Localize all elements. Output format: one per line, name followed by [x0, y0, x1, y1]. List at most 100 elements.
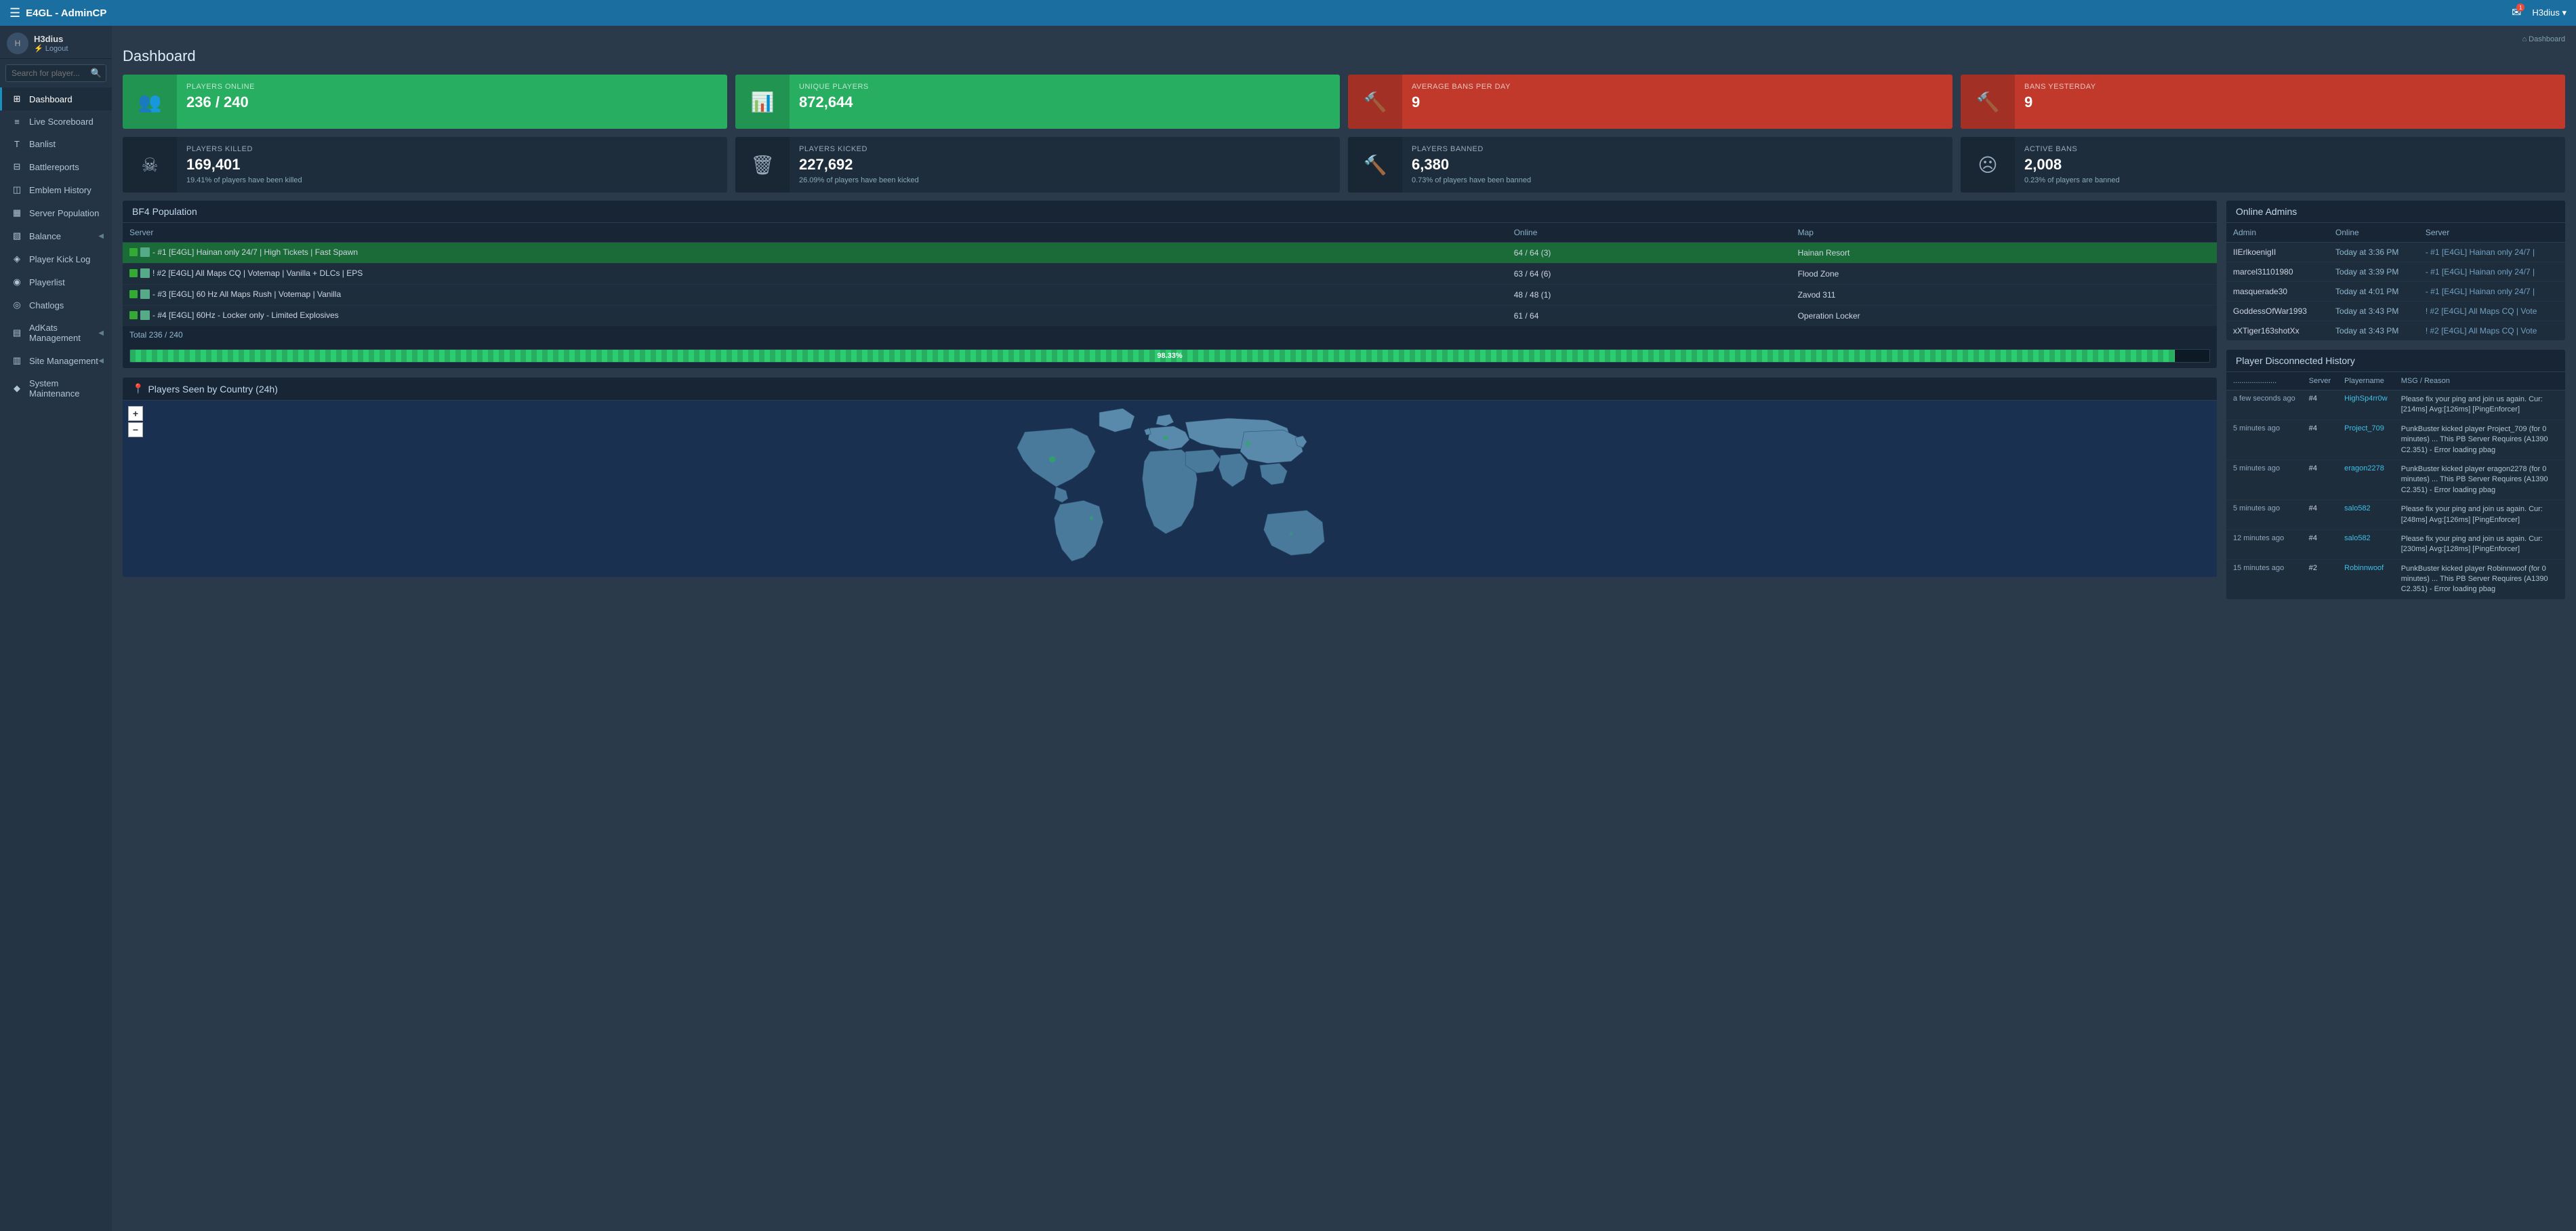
sidebar-item-banlist[interactable]: T Banlist	[0, 133, 112, 155]
active-bans-value: 2,008	[2024, 156, 2556, 174]
sidebar-item-battlereports[interactable]: ⊟ Battlereports	[0, 155, 112, 178]
player-link[interactable]: eragon2278	[2344, 464, 2384, 472]
population-panel-body: Server Online Map - #1 [E4GL] Hainan onl…	[123, 223, 2217, 368]
players-online-info: PLAYERS ONLINE 236 / 240	[177, 75, 727, 129]
progress-bar-wrap: 98.33%	[123, 344, 2217, 368]
player-link[interactable]: salo582	[2344, 534, 2371, 542]
disc-player-cell[interactable]: Project_709	[2337, 420, 2394, 460]
list-item: 12 minutes ago #4 salo582 Please fix you…	[2226, 529, 2565, 559]
online-admins-panel: Online Admins Admin Online Server	[2226, 201, 2565, 340]
players-online-label: PLAYERS ONLINE	[186, 83, 718, 91]
players-banned-icon-box: 🔨	[1348, 137, 1402, 193]
emblem-icon: ◫	[10, 184, 24, 195]
players-online-icon: 👥	[138, 91, 162, 113]
admin-table: Admin Online Server IIErlkoenigII Today …	[2226, 223, 2565, 340]
players-kicked-sub: 26.09% of players have been kicked	[799, 176, 1330, 184]
sidebar-item-dashboard[interactable]: ⊞ Dashboard	[0, 87, 112, 110]
disc-player-cell[interactable]: Robinnwoof	[2337, 559, 2394, 599]
world-map-svg	[123, 401, 2217, 577]
sidebar-username: H3dius	[34, 34, 68, 44]
disconnected-title: Player Disconnected History	[2236, 355, 2355, 366]
battlereports-icon: ⊟	[10, 161, 24, 172]
table-row[interactable]: - #1 [E4GL] Hainan only 24/7 | High Tick…	[123, 243, 2217, 264]
population-icon: ▦	[10, 207, 24, 218]
server-online-cell: 63 / 64 (6)	[1507, 264, 1791, 285]
active-bans-sub: 0.23% of players are banned	[2024, 176, 2556, 184]
stat-players-kicked: 🗑 PLAYERS KICKED 227,692 26.09% of playe…	[735, 137, 1340, 193]
sidebar-item-label: Playerlist	[29, 277, 65, 287]
stats-row-2: ☠ PLAYERS KILLED 169,401 19.41% of playe…	[123, 137, 2565, 193]
player-link[interactable]: salo582	[2344, 504, 2371, 512]
sidebar-item-label: Server Population	[29, 208, 99, 218]
disconnected-header: Player Disconnected History	[2226, 350, 2565, 372]
disc-player-cell[interactable]: eragon2278	[2337, 460, 2394, 500]
disc-server-cell: #4	[2302, 390, 2337, 420]
user-menu[interactable]: H3dius ▾	[2532, 7, 2567, 18]
player-link[interactable]: Project_709	[2344, 424, 2384, 432]
sidebar-item-playerlist[interactable]: ◉ Playerlist	[0, 270, 112, 294]
population-table: Server Online Map - #1 [E4GL] Hainan onl…	[123, 223, 2217, 344]
table-row: xXTiger163shotXx Today at 3:43 PM ! #2 […	[2226, 321, 2565, 341]
players-online-icon-box: 👥	[123, 75, 177, 129]
sidebar-item-chatlogs[interactable]: ◎ Chatlogs	[0, 294, 112, 317]
disc-player-cell[interactable]: salo582	[2337, 529, 2394, 559]
sidebar-item-label: Player Kick Log	[29, 254, 90, 264]
admin-name-cell: IIErlkoenigII	[2226, 243, 2329, 262]
stat-players-banned: 🔨 PLAYERS BANNED 6,380 0.73% of players …	[1348, 137, 1953, 193]
unique-players-label: UNIQUE PLAYERS	[799, 83, 1330, 91]
mail-button[interactable]: ✉ 1	[2512, 6, 2521, 20]
disc-time-cell: 12 minutes ago	[2226, 529, 2302, 559]
sidebar-item-system-maintenance[interactable]: ◆ System Maintenance	[0, 372, 112, 405]
disc-time-cell: 5 minutes ago	[2226, 420, 2302, 460]
admin-col-online: Online	[2329, 223, 2419, 243]
sidebar-item-label: Dashboard	[29, 94, 73, 104]
zoom-out-button[interactable]: −	[128, 422, 143, 437]
search-icon: 🔍	[91, 68, 102, 79]
disc-col-server: Server	[2302, 372, 2337, 390]
player-link[interactable]: HighSp4rr0w	[2344, 395, 2388, 403]
disc-col-msg: MSG / Reason	[2394, 372, 2565, 390]
disc-server-cell: #4	[2302, 460, 2337, 500]
players-killed-icon-box: ☠	[123, 137, 177, 193]
table-row[interactable]: - #4 [E4GL] 60Hz - Locker only - Limited…	[123, 306, 2217, 327]
table-row: marcel31101980 Today at 3:39 PM - #1 [E4…	[2226, 262, 2565, 282]
players-kicked-info: PLAYERS KICKED 227,692 26.09% of players…	[790, 137, 1340, 193]
logout-button[interactable]: ⚡ Logout	[34, 44, 68, 53]
disc-player-cell[interactable]: salo582	[2337, 500, 2394, 530]
adkats-arrow: ◀	[98, 329, 104, 337]
server-map-cell: Operation Locker	[1791, 306, 2217, 327]
avg-bans-icon: 🔨	[1364, 91, 1387, 113]
sidebar-item-site-management[interactable]: ▥ Site Management ◀	[0, 349, 112, 372]
disc-col-time: .....................	[2226, 372, 2302, 390]
disc-time-cell: a few seconds ago	[2226, 390, 2302, 420]
sidebar-item-server-population[interactable]: ▦ Server Population	[0, 201, 112, 224]
list-item: a few seconds ago #4 HighSp4rr0w Please …	[2226, 390, 2565, 420]
disconnected-table: ..................... Server Playername …	[2226, 372, 2565, 599]
sidebar-item-player-kick-log[interactable]: ◈ Player Kick Log	[0, 247, 112, 270]
unique-players-icon: 📊	[751, 91, 775, 113]
bans-yesterday-icon-box: 🔨	[1961, 75, 2015, 129]
disc-player-cell[interactable]: HighSp4rr0w	[2337, 390, 2394, 420]
player-link[interactable]: Robinnwoof	[2344, 564, 2384, 572]
players-killed-label: PLAYERS KILLED	[186, 145, 718, 153]
sidebar-item-label: System Maintenance	[29, 378, 104, 399]
avg-bans-icon-box: 🔨	[1348, 75, 1402, 129]
map-title: Players Seen by Country (24h)	[148, 384, 277, 395]
table-row[interactable]: ! #2 [E4GL] All Maps CQ | Votemap | Vani…	[123, 264, 2217, 285]
sidebar-item-emblem-history[interactable]: ◫ Emblem History	[0, 178, 112, 201]
table-row[interactable]: - #3 [E4GL] 60 Hz All Maps Rush | Votema…	[123, 285, 2217, 306]
disc-server-cell: #4	[2302, 420, 2337, 460]
hamburger-icon[interactable]: ☰	[9, 6, 20, 20]
sidebar-item-balance[interactable]: ▧ Balance ◀	[0, 224, 112, 247]
pop-col-server: Server	[123, 223, 1507, 243]
admin-server-cell: - #1 [E4GL] Hainan only 24/7 |	[2419, 262, 2565, 282]
chatlogs-icon: ◎	[10, 300, 24, 310]
scoreboard-icon: ≡	[10, 117, 24, 127]
sidebar-item-live-scoreboard[interactable]: ≡ Live Scoreboard	[0, 110, 112, 133]
sidebar-item-adkats[interactable]: ▤ AdKats Management ◀	[0, 317, 112, 349]
zoom-in-button[interactable]: +	[128, 406, 143, 421]
sidebar-nav: ⊞ Dashboard ≡ Live Scoreboard T Banlist …	[0, 87, 112, 1231]
online-admins-title: Online Admins	[2236, 206, 2297, 217]
balance-icon: ▧	[10, 230, 24, 241]
active-bans-icon-box: ☹	[1961, 137, 2015, 193]
